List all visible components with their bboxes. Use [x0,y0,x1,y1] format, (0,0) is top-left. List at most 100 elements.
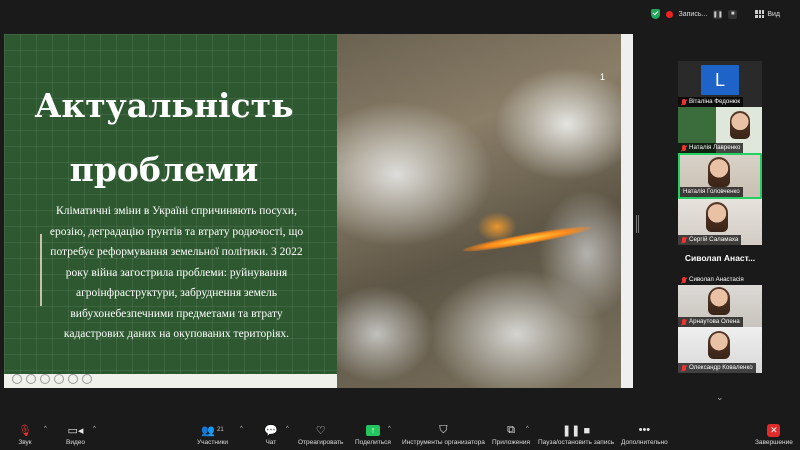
top-bar: Запись... ❚❚ ■ Вид [650,6,780,22]
camera-icon: ▭◂ [67,424,84,437]
audio-options-caret-icon[interactable]: ^ [44,426,47,432]
mic-muted-icon [681,318,687,326]
participant-name-row[interactable]: Сиволап Анастасія [678,271,762,285]
slide-tool-icon[interactable] [68,374,78,384]
chat-options-caret-icon[interactable]: ^ [286,426,289,432]
chat-label: Чат [265,439,277,446]
participant-name: Віталіна Федонюк [678,97,744,107]
mic-muted-icon [681,236,687,244]
slide-tool-icon[interactable] [54,374,64,384]
share-screen-icon: ↑ [365,422,380,438]
video-options-caret-icon[interactable]: ^ [93,426,96,432]
participant-tile[interactable]: Наталія Лавренко [678,107,762,153]
security-shield-icon[interactable] [650,9,660,19]
participant-name-text: Сергій Саламаха [689,236,739,243]
end-label: Завершение [755,439,793,446]
end-meeting-button[interactable]: ✕ Завершение [755,422,793,446]
participant-video [730,111,750,139]
chevron-down-icon[interactable]: ⌄ [716,392,724,403]
pause-recording-button[interactable]: ❚❚ ■ Пауза/остановить запись [538,422,615,447]
participants-icon: 👥 21 [201,424,224,437]
slide-tool-icon[interactable] [12,374,22,384]
more-button[interactable]: ••• Дополнительно [621,422,668,446]
participants-button[interactable]: 👥 21 Участники [197,422,228,447]
chat-icon: 💬 [264,424,278,437]
pause-recording-icon[interactable]: ❚❚ [713,9,723,19]
participant-name: Арнаутова Олена [678,317,743,327]
slide-right-margin [621,34,633,388]
slide-title-line1: Актуальність [34,86,294,125]
accent-bar [40,234,42,306]
more-dots-icon: ••• [638,424,651,436]
more-label: Дополнительно [621,439,668,446]
host-tools-button[interactable]: ⛉ Инструменты организатора [402,422,485,447]
meeting-toolbar: 🎙 Звук ^ ▭◂ Видео ^ 👥 21 Участники ^ 💬 Ча… [0,418,800,450]
slide-tool-icon[interactable] [40,374,50,384]
participant-name: Наталія Лавренко [678,143,744,153]
participant-tile[interactable]: L Віталіна Федонюк [678,61,762,107]
audio-label: Звук [18,439,32,446]
recording-dot-icon [665,10,673,18]
participant-name-text: Сиволап Анастасія [689,276,744,283]
slide-page-number: 1 [600,72,606,82]
pause-stop-icon: ❚❚ ■ [561,424,591,437]
participant-video [708,331,730,359]
participant-name-text: Олександр Коваленко [689,364,753,371]
participant-video [706,202,728,232]
participant-name-text: Віталіна Федонюк [689,98,741,105]
participant-name-heading: Сиволап Анаст... [678,245,762,271]
react-button[interactable]: ♡ Отреагировать [298,422,343,447]
participant-name: Олександр Коваленко [678,363,756,373]
share-options-caret-icon[interactable]: ^ [388,426,391,432]
chat-button[interactable]: 💬 Чат [264,422,278,447]
zoom-meeting-window: Запись... ❚❚ ■ Вид Актуальність проблеми… [0,0,800,450]
participant-panel: L Віталіна Федонюк Наталія Лавренко Ната… [678,61,762,373]
slide-tools [12,374,92,384]
video-button[interactable]: ▭◂ Видео [66,422,85,447]
grid-view-icon [755,10,765,18]
pause-recording-label: Пауза/остановить запись [538,439,615,446]
participant-tile[interactable]: Арнаутова Олена [678,285,762,327]
stop-recording-icon[interactable]: ■ [728,9,738,19]
wildfire-photo [337,34,621,388]
apps-options-caret-icon[interactable]: ^ [526,426,529,432]
participant-tile[interactable]: Олександр Коваленко [678,327,762,373]
mic-muted-icon [681,364,687,372]
mic-muted-icon [681,144,687,152]
participant-video [708,287,730,315]
participant-name-text: Наталія Лавренко [689,144,741,151]
participant-tile-active-speaker[interactable]: Наталія Головченко [678,153,762,199]
heart-icon: ♡ [315,424,326,437]
participant-name: Сиволап Анастасія [678,275,747,285]
apps-icon: ⧉ [507,423,515,436]
slide-tool-icon[interactable] [26,374,36,384]
apps-label: Приложения [492,439,531,446]
share-label: Поделиться [355,439,391,446]
audio-button[interactable]: 🎙 Звук [18,422,32,447]
view-button[interactable]: Вид [755,10,780,18]
participant-tile[interactable]: Сергій Саламаха [678,199,762,245]
host-tools-label: Инструменты организатора [402,439,485,446]
close-icon: ✕ [767,422,781,438]
participant-name-text: Арнаутова Олена [689,318,740,325]
view-label: Вид [767,10,780,18]
mic-muted-icon: 🎙 [18,424,32,437]
slide-title: Актуальність проблеми [4,74,324,202]
shield-icon: ⛉ [439,423,448,436]
slide-green-panel: Актуальність проблеми Кліматичні зміни в… [4,34,337,388]
slide-tool-icon[interactable] [82,374,92,384]
apps-button[interactable]: ⧉ Приложения [492,422,531,447]
mic-muted-icon [681,276,687,284]
participant-name-text: Наталія Головченко [683,188,740,195]
shared-screen-slide: Актуальність проблеми Кліматичні зміни в… [4,34,633,388]
participants-options-caret-icon[interactable]: ^ [240,426,243,432]
slide-title-line2: проблеми [69,150,259,189]
share-button[interactable]: ↑ Поделиться [355,422,391,446]
participants-count: 21 [217,427,224,433]
video-label: Видео [66,439,85,446]
mic-muted-icon [681,98,687,106]
panel-resize-handle[interactable] [636,215,639,233]
recording-label: Запись... [678,10,708,18]
participant-name: Сергій Саламаха [678,235,742,245]
participant-name: Наталія Головченко [680,187,743,197]
